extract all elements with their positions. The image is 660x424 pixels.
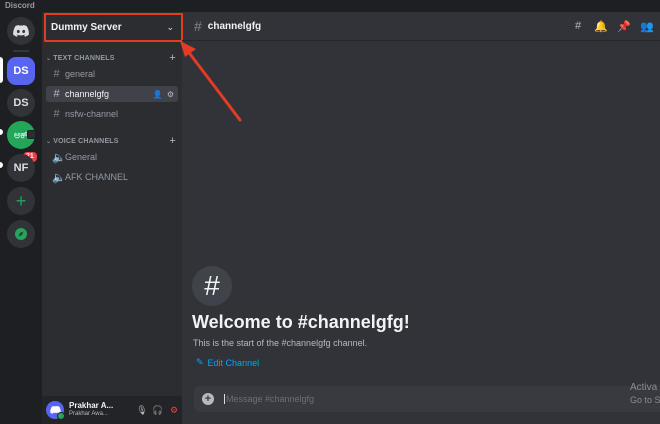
message-composer: + [194, 386, 660, 412]
bell-icon[interactable]: 🔔 [591, 20, 611, 33]
avatar[interactable] [46, 401, 65, 420]
hash-icon: # [53, 68, 60, 80]
channel-title: channelgfg [207, 20, 262, 32]
speaker-icon: 🔈 [52, 151, 66, 164]
member-list-icon[interactable]: 👥 [637, 20, 657, 33]
hash-icon: # [53, 108, 60, 120]
channel-label: General [65, 152, 98, 162]
watermark-line-2: Go to Se [630, 395, 660, 405]
channel-header: # channelgfg # 🔔 📌 👥 [182, 12, 660, 41]
headphones-icon[interactable]: 🎧 [150, 402, 166, 418]
channel-label: channelgfg [65, 89, 110, 99]
discord-logo-icon [13, 25, 29, 37]
invite-icon[interactable]: 👤 [153, 90, 163, 99]
voice-channel-general[interactable]: 🔈 General [46, 149, 178, 165]
channel-hash-badge-icon: # [192, 266, 232, 306]
explore-servers-button[interactable] [7, 220, 35, 248]
discord-home-button[interactable] [7, 17, 35, 45]
username: Prakhar A... [69, 401, 114, 410]
caret-down-icon: ⌄ [46, 55, 52, 62]
category-label: VOICE CHANNELS [53, 137, 119, 145]
app-title: Discord [5, 1, 35, 10]
user-panel: Prakhar A... Prakhar Awa... 🎙 🎧 ⚙ [42, 396, 182, 424]
channel-general[interactable]: # general [46, 66, 178, 82]
gear-icon[interactable]: ⚙ [167, 90, 174, 99]
server-name: Dummy Server [51, 22, 122, 33]
channel-sidebar: Dummy Server ⌄ ⌄ TEXT CHANNELS + # gener… [42, 12, 182, 424]
message-input[interactable] [224, 394, 604, 404]
guild-separator [13, 50, 29, 52]
guild-nf[interactable]: NF [7, 154, 35, 182]
server-header-button[interactable]: Dummy Server ⌄ [44, 14, 182, 42]
threads-icon[interactable]: # [568, 20, 588, 32]
welcome-heading: Welcome to #channelgfg! [192, 312, 410, 332]
user-info[interactable]: Prakhar A... Prakhar Awa... [69, 402, 134, 418]
category-label: TEXT CHANNELS [53, 54, 115, 62]
hash-icon: # [194, 18, 202, 34]
watermark-line-1: Activa [630, 382, 658, 393]
unread-dot-2 [0, 162, 3, 168]
channel-label: general [65, 69, 96, 79]
add-attachment-button[interactable]: + [202, 393, 214, 405]
guild-ds-1[interactable]: DS [7, 57, 35, 85]
add-server-button[interactable]: + [7, 187, 35, 215]
server-list: DS DS ಅಕ್ 21 NF + [0, 12, 42, 424]
pin-icon[interactable]: 📌 [614, 20, 634, 33]
discord-avatar-icon [49, 406, 61, 414]
edit-channel-label: Edit Channel [207, 357, 260, 368]
create-channel-icon[interactable]: + [169, 135, 176, 147]
category-text-channels[interactable]: ⌄ TEXT CHANNELS + [46, 52, 176, 64]
channel-label: nsfw-channel [65, 109, 119, 119]
hash-icon: # [53, 88, 60, 100]
channel-nsfw[interactable]: # nsfw-channel [46, 106, 178, 122]
settings-gear-icon[interactable]: ⚙ [166, 402, 182, 418]
pencil-icon: ✎ [196, 357, 204, 367]
plus-icon: + [15, 190, 27, 211]
user-status: Prakhar Awa... [69, 411, 108, 417]
create-channel-icon[interactable]: + [169, 52, 176, 64]
category-voice-channels[interactable]: ⌄ VOICE CHANNELS + [46, 135, 176, 147]
channel-channelgfg[interactable]: # channelgfg 👤 ⚙ [46, 86, 178, 102]
channel-label: AFK CHANNEL [65, 172, 129, 182]
speaker-locked-icon: 🔈 [52, 171, 66, 184]
active-server-pill [0, 57, 3, 83]
window-titlebar: Discord [0, 0, 660, 12]
welcome-subtitle: This is the start of the #channelgfg cha… [193, 338, 368, 348]
unread-dot [0, 129, 3, 135]
windows-activation-watermark: Activa Go to Se [630, 381, 660, 407]
edit-channel-link[interactable]: ✎ Edit Channel [196, 357, 259, 368]
voice-channel-afk[interactable]: 🔈 AFK CHANNEL [46, 169, 178, 185]
mute-microphone-icon[interactable]: 🎙 [134, 402, 150, 418]
chevron-down-icon: ⌄ [166, 22, 174, 32]
guild-ds-2[interactable]: DS [7, 89, 35, 117]
mini-status-icon [27, 130, 36, 139]
caret-down-icon: ⌄ [46, 138, 52, 145]
compass-icon [15, 228, 27, 240]
